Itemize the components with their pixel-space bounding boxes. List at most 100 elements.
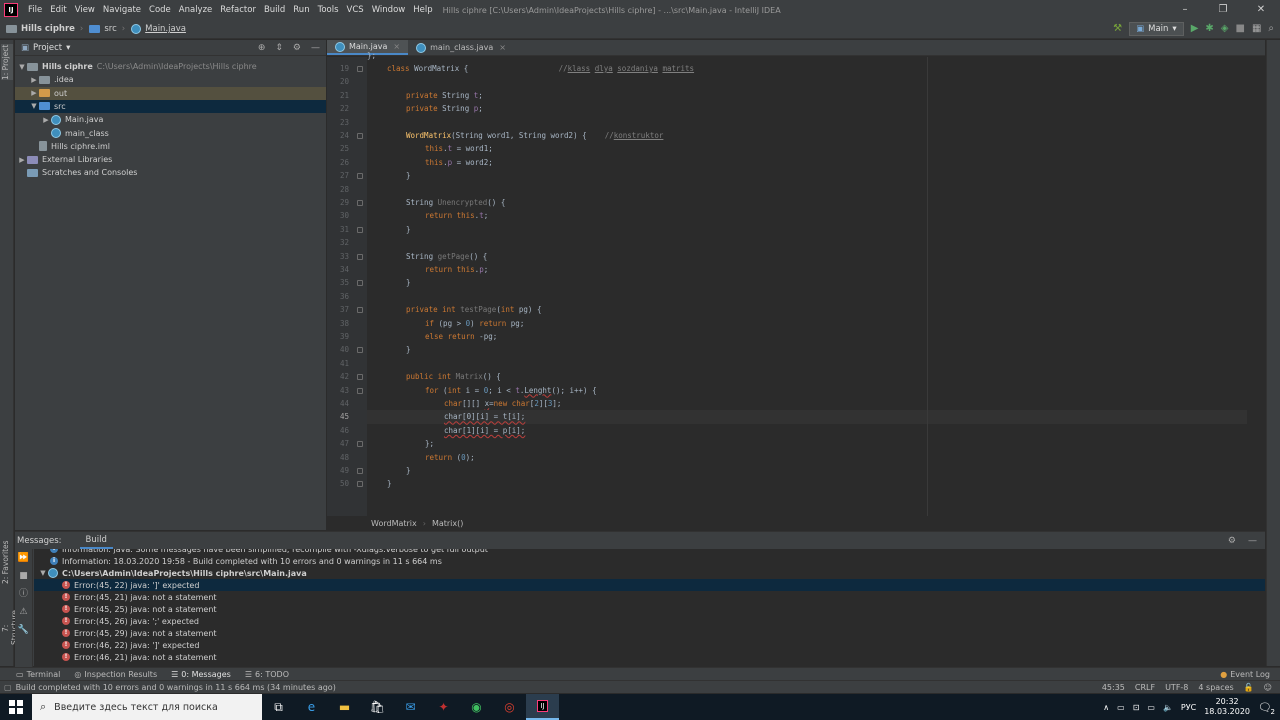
intellij-taskbar-icon[interactable]: IJ — [526, 694, 559, 720]
error-message-row[interactable]: ! Error:(45, 21) java: not a statement — [34, 591, 1265, 603]
debug-icon[interactable]: ✱ — [1205, 22, 1213, 36]
project-toolwindow-tab[interactable]: 1: Project — [1, 44, 13, 80]
lock-icon[interactable]: 🔓 — [1244, 683, 1254, 692]
tree-item[interactable]: ▶ Main.java — [15, 113, 326, 126]
code-line[interactable]: } — [367, 223, 411, 236]
stop-icon[interactable]: ■ — [15, 567, 32, 585]
speaker-icon[interactable]: 🔈 — [1163, 703, 1173, 712]
code-line[interactable]: } — [367, 464, 411, 477]
build-hammer-icon[interactable]: ⚒ — [1113, 22, 1122, 36]
code-line[interactable]: return (0); — [367, 451, 475, 464]
mail-icon[interactable]: ✉ — [394, 694, 427, 720]
fold-marker-icon[interactable] — [357, 133, 363, 139]
code-line[interactable] — [367, 116, 387, 129]
fold-marker-icon[interactable] — [357, 226, 363, 233]
crumb-project[interactable]: Hills ciphre › — [6, 24, 83, 34]
code-line[interactable]: } — [367, 343, 411, 356]
notification-center-icon[interactable]: 🗨 2 — [1258, 701, 1275, 716]
error-message-row[interactable]: ! Error:(46, 22) java: ']' expected — [34, 639, 1265, 651]
minimize-button[interactable]: – — [1166, 0, 1204, 20]
fold-marker-icon[interactable] — [357, 374, 363, 381]
code-line[interactable]: String getPage() { — [367, 250, 487, 263]
tree-item[interactable]: ▶ External Libraries — [15, 153, 326, 166]
tree-item[interactable]: ▶ .idea — [15, 73, 326, 86]
fold-marker-icon[interactable] — [357, 253, 363, 260]
code-line[interactable]: char[0][i] = t[i]; — [367, 410, 1247, 424]
code-line[interactable] — [367, 183, 387, 196]
code-line[interactable]: class WordMatrix { //klass dlya sozdaniy… — [367, 62, 694, 75]
code-line[interactable]: private String t; — [367, 89, 483, 102]
menu-view[interactable]: View — [71, 0, 99, 20]
code-line[interactable]: private String p; — [367, 102, 483, 115]
clock[interactable]: 20:32 18.03.2020 — [1204, 697, 1250, 717]
code-line[interactable]: } — [367, 477, 392, 490]
expand-arrow-icon[interactable]: ▶ — [29, 76, 39, 84]
code-area[interactable]: }; class WordMatrix { //klass dlya sozdan… — [367, 51, 1247, 517]
error-message-row[interactable]: ! Error:(45, 29) java: not a statement — [34, 627, 1265, 639]
caret-position[interactable]: 45:35 — [1102, 683, 1125, 692]
search-everywhere-icon[interactable]: ⌕ — [1268, 22, 1274, 36]
code-line[interactable] — [367, 290, 387, 303]
error-message-row[interactable]: ! Error:(45, 26) java: ';' expected — [34, 615, 1265, 627]
tree-item[interactable]: main_class — [15, 127, 326, 140]
code-line[interactable]: return this.p; — [367, 263, 488, 276]
rerun-icon[interactable]: ⏩ — [15, 549, 32, 567]
bottom-tab-0-messages[interactable]: ☰ 0: Messages — [171, 670, 231, 679]
code-line[interactable]: for (int i = 0; i < t.Lenght(); i++) { — [367, 384, 597, 397]
code-line[interactable]: else return -pg; — [367, 330, 497, 343]
tray-app-icon[interactable]: ▭ — [1117, 703, 1125, 712]
bottom-tab-6-todo[interactable]: ☰ 6: TODO — [245, 670, 289, 679]
chrome-icon[interactable]: ◎ — [493, 694, 526, 720]
menu-code[interactable]: Code — [145, 0, 175, 20]
code-line[interactable] — [367, 357, 387, 370]
code-line[interactable]: this.t = word1; — [367, 142, 493, 155]
run-configuration-select[interactable]: ▣ Main ▾ — [1129, 22, 1184, 36]
editor-tab[interactable]: main_class.java × — [408, 40, 514, 55]
fold-marker-icon[interactable] — [357, 387, 363, 394]
menu-vcs[interactable]: VCS — [343, 0, 368, 20]
tree-item[interactable]: Scratches and Consoles — [15, 166, 326, 179]
fold-marker-icon[interactable] — [357, 173, 363, 180]
task-view-icon[interactable]: ⧉ — [262, 694, 295, 720]
file-encoding[interactable]: UTF-8 — [1165, 683, 1188, 692]
code-line[interactable]: public int Matrix() { — [367, 370, 501, 383]
favorites-toolwindow-tab[interactable]: 2: Favorites — [1, 540, 13, 584]
store-icon[interactable]: 🛍 — [361, 694, 394, 720]
code-line[interactable]: } — [367, 276, 411, 289]
file-group-row[interactable]: ▼ C:\Users\Admin\IdeaProjects\Hills ciphr… — [34, 567, 1265, 579]
close-tab-icon[interactable]: × — [393, 42, 400, 51]
close-tab-icon[interactable]: × — [499, 43, 506, 52]
gear-icon[interactable]: ⚙ — [1228, 536, 1236, 546]
warning-filter-icon[interactable]: ⚠ — [15, 603, 32, 621]
tree-item[interactable]: ▶ out — [15, 86, 326, 100]
menu-build[interactable]: Build — [260, 0, 289, 20]
menu-analyze[interactable]: Analyze — [175, 0, 217, 20]
expand-arrow-icon[interactable]: ▼ — [29, 102, 39, 110]
code-line[interactable] — [367, 236, 387, 249]
bottom-tab-terminal[interactable]: ▭ Terminal — [16, 670, 60, 679]
structure-toolwindow-tab[interactable]: 7: Structure — [1, 606, 19, 650]
menu-file[interactable]: File — [24, 0, 46, 20]
expand-arrow-icon[interactable]: ▶ — [17, 156, 27, 164]
fold-marker-icon[interactable] — [357, 200, 363, 206]
code-line[interactable]: }; — [367, 437, 434, 450]
bottom-tab-inspection-results[interactable]: ◎ Inspection Results — [74, 670, 157, 679]
error-message-row[interactable]: ! Error:(45, 22) java: ']' expected — [34, 579, 1265, 591]
expand-arrow-icon[interactable]: ▼ — [17, 63, 27, 71]
menu-edit[interactable]: Edit — [46, 0, 70, 20]
project-structure-icon[interactable]: ▦ — [1252, 22, 1261, 36]
network-icon[interactable]: ⊡ — [1133, 703, 1140, 712]
code-line[interactable]: String Unencrypted() { — [367, 196, 505, 209]
menu-window[interactable]: Window — [368, 0, 410, 20]
restore-button[interactable]: ❐ — [1204, 0, 1242, 20]
info-message-row[interactable]: i Information: 18.03.2020 19:58 - Build c… — [34, 555, 1265, 567]
status-message[interactable]: Build completed with 10 errors and 0 war… — [16, 683, 336, 692]
fold-marker-icon[interactable] — [357, 468, 363, 474]
inspector-icon[interactable]: ☺ — [1264, 683, 1272, 692]
tree-item[interactable]: Hills ciphre.iml — [15, 140, 326, 153]
code-line[interactable]: }; — [367, 49, 376, 62]
fold-marker-icon[interactable] — [357, 347, 363, 354]
code-line[interactable]: char[][] x=new char[2][3]; — [367, 397, 561, 410]
battery-icon[interactable]: ▭ — [1147, 703, 1155, 712]
menu-navigate[interactable]: Navigate — [99, 0, 145, 20]
